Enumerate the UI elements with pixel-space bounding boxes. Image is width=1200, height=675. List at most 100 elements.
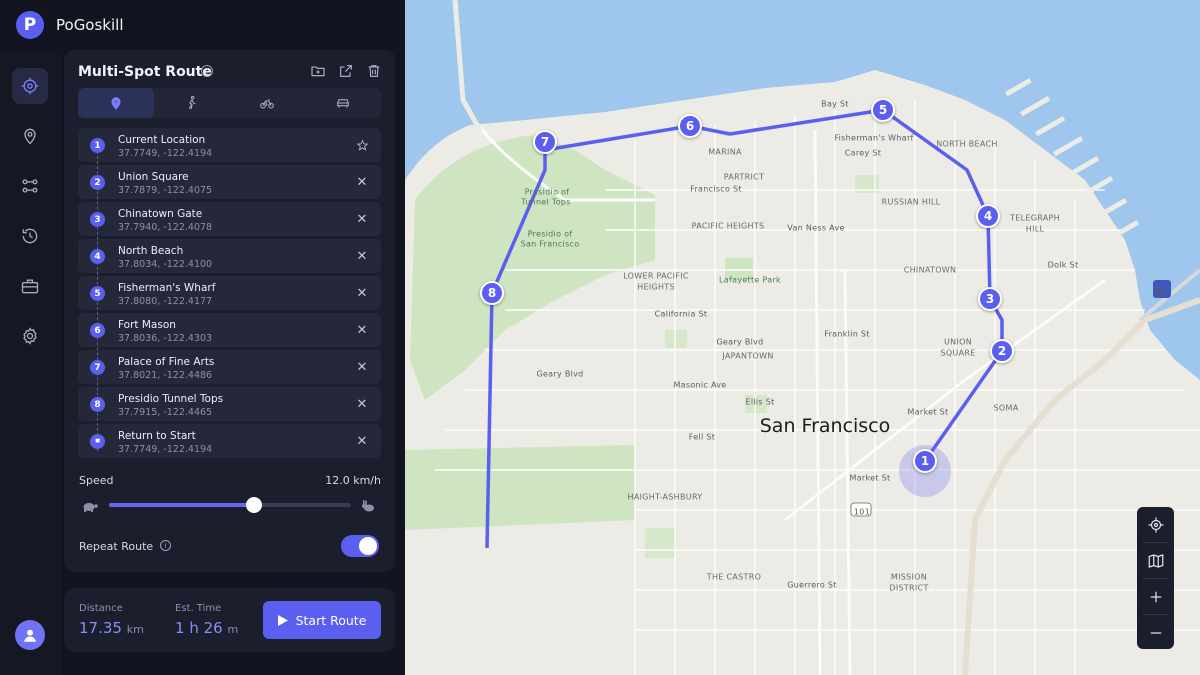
favorite-button[interactable] (355, 138, 369, 152)
route-icon (22, 179, 38, 193)
speed-slider[interactable] (109, 497, 351, 513)
route-pin[interactable]: 5 (871, 98, 895, 122)
stop-item[interactable]: 5 Fisherman's Wharf 37.8080, -122.4177 ✕ (78, 276, 381, 310)
stop-item[interactable]: 2 Union Square 37.7879, -122.4075 ✕ (78, 165, 381, 199)
zoom-in-button[interactable] (1137, 579, 1174, 614)
zoom-out-button[interactable] (1137, 615, 1174, 650)
export-route-button[interactable] (337, 62, 355, 80)
route-pin[interactable]: 4 (976, 204, 1000, 228)
remove-stop-button[interactable]: ✕ (355, 212, 369, 227)
stop-number: 7 (90, 360, 105, 375)
route-pin[interactable]: 3 (978, 287, 1002, 311)
close-icon: ✕ (356, 285, 368, 301)
delete-route-button[interactable] (365, 62, 383, 80)
remove-stop-button[interactable]: ✕ (355, 174, 369, 190)
rail-item-route[interactable] (12, 168, 48, 204)
rail-item-toolbox[interactable] (12, 268, 48, 304)
remove-stop-button[interactable]: ✕ (355, 248, 369, 264)
stop-name: Chinatown Gate (118, 208, 203, 220)
rail-item-location[interactable] (12, 118, 48, 154)
speed-label: Speed (79, 474, 114, 487)
map-label: MISSION (890, 572, 928, 582)
mode-tab-pin[interactable] (78, 88, 154, 118)
map-label: NORTH BEACH (936, 139, 998, 149)
stop-item[interactable]: 1 Current Location 37.7749, -122.4194 (78, 128, 381, 162)
stop-name: Palace of Fine Arts (118, 356, 215, 368)
start-route-label: Start Route (295, 612, 367, 628)
avatar[interactable] (15, 620, 45, 650)
info-icon[interactable]: i (201, 65, 213, 77)
stop-item[interactable]: 7 Palace of Fine Arts 37.8021, -122.4486 ✕ (78, 350, 381, 384)
route-pin[interactable]: 1 (913, 449, 937, 473)
route-pin[interactable]: 2 (990, 339, 1014, 363)
stop-item[interactable]: 3 Chinatown Gate 37.7940, -122.4078 ✕ (78, 202, 381, 236)
map-view[interactable]: Bay St NORTH BEACH Fisherman's Wharf Carey … (405, 0, 1200, 675)
rail-item-settings[interactable] (12, 318, 48, 354)
map-label: San Francisco (520, 239, 580, 249)
stop-item[interactable]: Return to Start 37.7749, -122.4194 ✕ (78, 424, 381, 458)
speed-slider-thumb[interactable] (246, 497, 263, 513)
stop-item[interactable]: 4 North Beach 37.8034, -122.4100 ✕ (78, 239, 381, 273)
route-pin[interactable]: 6 (678, 114, 702, 138)
map-label: UNION (944, 337, 972, 347)
remove-stop-button[interactable]: ✕ (355, 396, 369, 412)
stop-coordinates: 37.7915, -122.4465 (118, 407, 213, 418)
map-label: Ellis St (745, 397, 775, 407)
map-label: JAPANTOWN (722, 351, 774, 361)
mode-tab-bike[interactable] (230, 88, 306, 118)
map-label: Bay St (821, 99, 849, 109)
remove-stop-button[interactable]: ✕ (355, 285, 369, 301)
app-title: PoGoskill (56, 16, 124, 34)
stop-name: Presidio Tunnel Tops (118, 393, 224, 405)
map-label: Masonic Ave (673, 380, 727, 390)
map-controls (1137, 507, 1174, 649)
stop-number: 6 (90, 323, 105, 338)
stop-name: Return to Start (118, 430, 196, 442)
stop-name: Current Location (118, 134, 206, 146)
stop-item[interactable]: 8 Presidio Tunnel Tops 37.7915, -122.4465 ✕ (78, 387, 381, 421)
import-route-button[interactable] (309, 62, 327, 80)
map-layers-button[interactable] (1137, 543, 1174, 578)
remove-stop-button[interactable]: ✕ (355, 359, 369, 375)
route-pin[interactable]: 7 (533, 130, 557, 154)
stop-name: Fisherman's Wharf (118, 282, 216, 294)
close-icon: ✕ (356, 248, 368, 264)
stop-coordinates: 37.8036, -122.4303 (118, 333, 213, 344)
export-icon (340, 65, 352, 77)
star-icon (356, 139, 368, 151)
stop-coordinates: 37.8034, -122.4100 (118, 259, 213, 270)
map-label: 80 (1155, 287, 1167, 297)
map-label: MARINA (708, 147, 742, 157)
map-label: Market St (849, 473, 891, 483)
repeat-route-toggle[interactable] (341, 535, 379, 557)
zoom-in-icon (1150, 591, 1161, 602)
stop-name: Fort Mason (118, 319, 176, 331)
stop-coordinates: 37.7749, -122.4194 (118, 148, 213, 159)
stop-coordinates: 37.7749, -122.4194 (118, 444, 213, 455)
remove-stop-button[interactable]: ✕ (355, 434, 369, 449)
walk-icon (188, 95, 196, 110)
remove-stop-button[interactable]: ✕ (355, 323, 369, 338)
map-label: PACIFIC HEIGHTS (691, 221, 765, 231)
close-icon: ✕ (356, 359, 368, 375)
time-hours: 1 (175, 619, 185, 637)
map-label: DISTRICT (889, 583, 929, 593)
stop-coordinates: 37.8080, -122.4177 (118, 296, 213, 307)
close-icon: ✕ (356, 396, 368, 412)
close-icon: ✕ (356, 174, 368, 190)
start-route-button[interactable]: Start Route (263, 601, 381, 639)
rail-item-history[interactable] (12, 218, 48, 254)
map-label: Dolk St (1047, 260, 1079, 270)
info-icon[interactable]: i (160, 540, 171, 551)
locate-button[interactable] (1137, 507, 1174, 542)
stop-number: 5 (90, 286, 105, 301)
park-area (645, 528, 675, 558)
stop-item[interactable]: 6 Fort Mason 37.8036, -122.4303 ✕ (78, 313, 381, 347)
rail-item-teleport[interactable] (12, 68, 48, 104)
route-pin[interactable]: 8 (480, 281, 504, 305)
mode-tab-walk[interactable] (154, 88, 230, 118)
map-label: RUSSIAN HILL (881, 197, 941, 207)
stop-coordinates: 37.7940, -122.4078 (118, 222, 213, 233)
speed-value: 12.0 km/h (325, 474, 381, 487)
mode-tab-car[interactable] (305, 88, 381, 118)
